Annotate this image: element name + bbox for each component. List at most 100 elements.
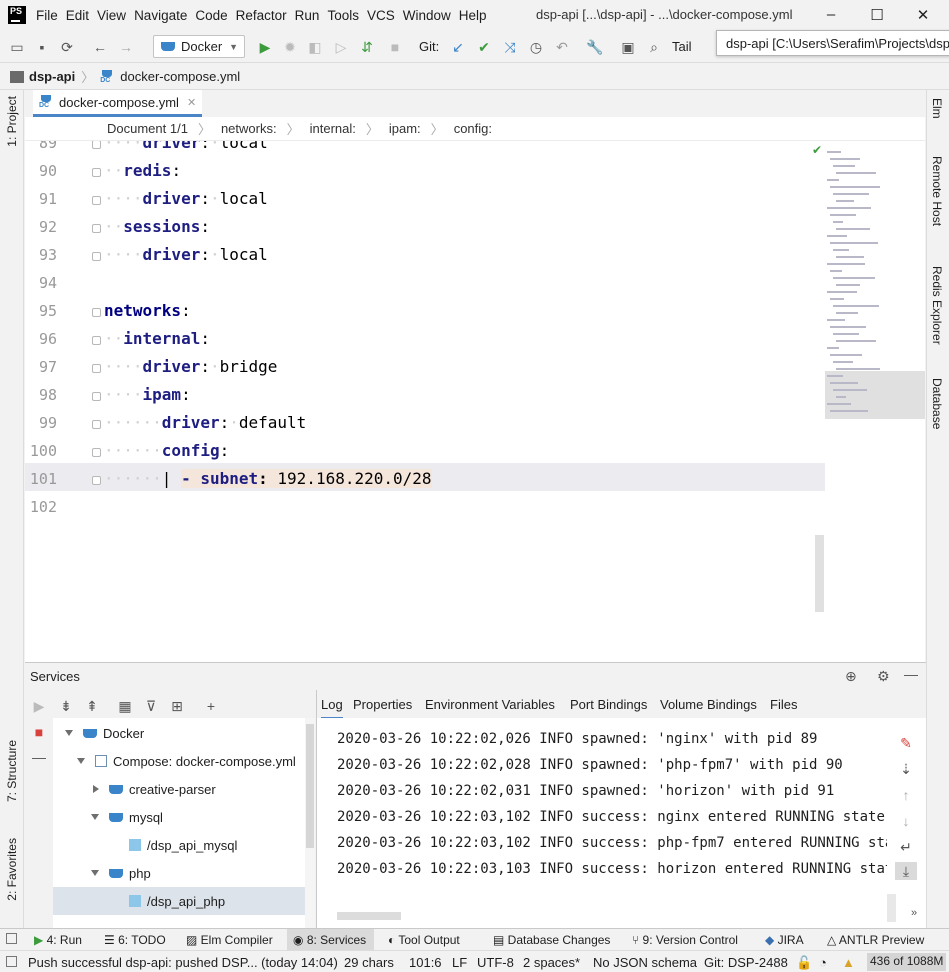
status-toggle-icon[interactable]: [6, 956, 17, 967]
log-vertical-scrollbar[interactable]: [887, 894, 896, 922]
tree-node-docker[interactable]: Docker: [53, 719, 315, 747]
tool-tab-todo[interactable]: ☰ 6: TODO: [104, 933, 166, 947]
hide-panel-icon[interactable]: —: [904, 666, 918, 682]
lock-icon[interactable]: 🔓: [796, 955, 812, 971]
fold-marker-icon[interactable]: [92, 392, 101, 401]
sync-icon[interactable]: ⟳: [58, 38, 76, 56]
tree-node-mysql[interactable]: mysql: [91, 803, 163, 831]
clear-log-icon[interactable]: ✎: [897, 734, 915, 752]
status-position[interactable]: 101:6: [409, 955, 442, 970]
terminal-icon[interactable]: ▣: [619, 38, 637, 56]
stop-service-icon[interactable]: ■: [30, 723, 48, 741]
menu-tools[interactable]: Tools: [327, 8, 359, 23]
tree-node-php-container[interactable]: /dsp_api_php: [53, 887, 305, 915]
new-tab-icon[interactable]: ⊞: [168, 697, 186, 715]
tab-docker-compose[interactable]: DC docker-compose.yml ✕: [33, 90, 203, 117]
fold-marker-icon[interactable]: [92, 308, 101, 317]
tab-files[interactable]: Files: [770, 697, 797, 712]
remote-host-tool-tab[interactable]: Remote Host: [930, 156, 944, 226]
fold-marker-icon[interactable]: [92, 168, 101, 177]
tab-environment-variables[interactable]: Environment Variables: [425, 697, 555, 712]
menu-file[interactable]: File: [36, 8, 58, 23]
close-window-icon[interactable]: ✕: [914, 6, 932, 24]
fold-marker-icon[interactable]: [92, 196, 101, 205]
expand-all-icon[interactable]: ⇟: [57, 697, 75, 715]
fold-marker-icon[interactable]: [92, 364, 101, 373]
status-message[interactable]: Push successful dsp-api: pushed DSP... (…: [28, 955, 338, 970]
services-tree[interactable]: Docker Compose: docker-compose.yml creat…: [53, 718, 315, 928]
inspector-icon[interactable]: ◔: [819, 955, 827, 970]
tail-button[interactable]: Tail: [672, 39, 692, 54]
services-run-icon[interactable]: ▶: [30, 697, 48, 715]
elm-tool-tab[interactable]: Elm: [930, 98, 944, 119]
breadcrumb-internal[interactable]: internal:: [310, 121, 356, 136]
tree-node-compose[interactable]: Compose: docker-compose.yml: [73, 747, 296, 775]
close-tab-icon[interactable]: ✕: [187, 96, 196, 109]
log-output[interactable]: 2020-03-26 10:22:02,026 INFO spawned: 'n…: [316, 718, 926, 928]
tree-node-creative-parser[interactable]: creative-parser: [91, 775, 216, 803]
structure-tool-tab[interactable]: 7: Structure: [5, 740, 19, 802]
database-tool-tab[interactable]: Database: [930, 378, 944, 429]
nav-project[interactable]: dsp-api: [29, 69, 75, 84]
forward-icon[interactable]: →: [117, 38, 135, 56]
expand-arrow-icon[interactable]: [65, 730, 73, 736]
fold-marker-icon[interactable]: [92, 420, 101, 429]
profile-icon[interactable]: ▷: [332, 38, 350, 56]
tab-port-bindings[interactable]: Port Bindings: [570, 697, 647, 712]
filter-icon[interactable]: ⊽: [142, 697, 160, 715]
status-line-separator[interactable]: LF: [452, 955, 467, 970]
menu-run[interactable]: Run: [295, 8, 320, 23]
tool-tab-database-changes[interactable]: ▤ Database Changes: [493, 933, 610, 947]
fold-marker-icon[interactable]: [92, 224, 101, 233]
tool-tab-run[interactable]: ▶ 4: Run: [34, 933, 82, 947]
code-minimap[interactable]: ✔: [812, 141, 925, 662]
expand-arrow-icon[interactable]: [77, 758, 85, 764]
code-editor[interactable]: 89 ····driver:·local 90 ··redis: 91 ····drive…: [25, 141, 925, 662]
tree-node-mysql-container[interactable]: /dsp_api_mysql: [129, 831, 237, 859]
collapse-all-icon[interactable]: ⇞: [83, 697, 101, 715]
tab-log[interactable]: Log: [321, 697, 343, 720]
crosshair-icon[interactable]: ⊕: [845, 668, 857, 685]
minimize-icon[interactable]: –: [822, 6, 840, 24]
save-icon[interactable]: ▪: [33, 38, 51, 56]
scroll-down-icon[interactable]: ↓: [897, 812, 915, 830]
favorites-tool-tab[interactable]: 2: Favorites: [5, 838, 19, 901]
log-horizontal-scrollbar[interactable]: [337, 912, 401, 920]
editor-scrollbar[interactable]: [815, 535, 824, 612]
collapse-arrow-icon[interactable]: [93, 785, 99, 793]
more-icon[interactable]: »: [905, 904, 923, 922]
menu-edit[interactable]: Edit: [66, 8, 89, 23]
expand-arrow-icon[interactable]: [91, 870, 99, 876]
fold-marker-icon[interactable]: [92, 252, 101, 261]
toggle-tool-windows-icon[interactable]: [6, 933, 17, 944]
fold-marker-icon[interactable]: [92, 141, 101, 149]
tool-tab-version-control[interactable]: ⑂ 9: Version Control: [632, 933, 738, 947]
remove-service-icon[interactable]: —: [30, 748, 48, 766]
status-json-schema[interactable]: No JSON schema: [593, 955, 697, 970]
history-icon[interactable]: ◷: [527, 38, 545, 56]
menu-view[interactable]: View: [97, 8, 126, 23]
tool-tab-services[interactable]: ◉ 8: Services: [287, 929, 375, 951]
breadcrumb-document[interactable]: Document 1/1: [107, 121, 188, 136]
soft-wrap-icon[interactable]: ↵: [897, 838, 915, 856]
open-folder-icon[interactable]: ▭: [8, 38, 26, 56]
gear-icon[interactable]: ⚙: [877, 668, 890, 685]
maximize-icon[interactable]: ☐: [868, 6, 886, 24]
breadcrumb-ipam[interactable]: ipam:: [389, 121, 421, 136]
back-icon[interactable]: ←: [91, 38, 109, 56]
rollback-icon[interactable]: ↶: [553, 38, 571, 56]
run-icon[interactable]: ▶: [256, 38, 274, 56]
tree-node-php[interactable]: php: [91, 859, 151, 887]
stop-icon[interactable]: ■: [386, 38, 404, 56]
run-config-select[interactable]: Docker ▼: [153, 35, 245, 58]
tool-tab-elm-compiler[interactable]: ▨ Elm Compiler: [186, 933, 273, 947]
tab-volume-bindings[interactable]: Volume Bindings: [660, 697, 757, 712]
menu-refactor[interactable]: Refactor: [236, 8, 287, 23]
expand-arrow-icon[interactable]: [91, 814, 99, 820]
menu-vcs[interactable]: VCS: [367, 8, 395, 23]
project-tool-tab[interactable]: 1: Project: [5, 96, 19, 147]
group-by-icon[interactable]: ▦: [116, 697, 134, 715]
warning-icon[interactable]: ▲: [842, 955, 855, 970]
tool-tab-tool-output[interactable]: ◐ Tool Output: [388, 933, 460, 947]
status-encoding[interactable]: UTF-8: [477, 955, 514, 970]
